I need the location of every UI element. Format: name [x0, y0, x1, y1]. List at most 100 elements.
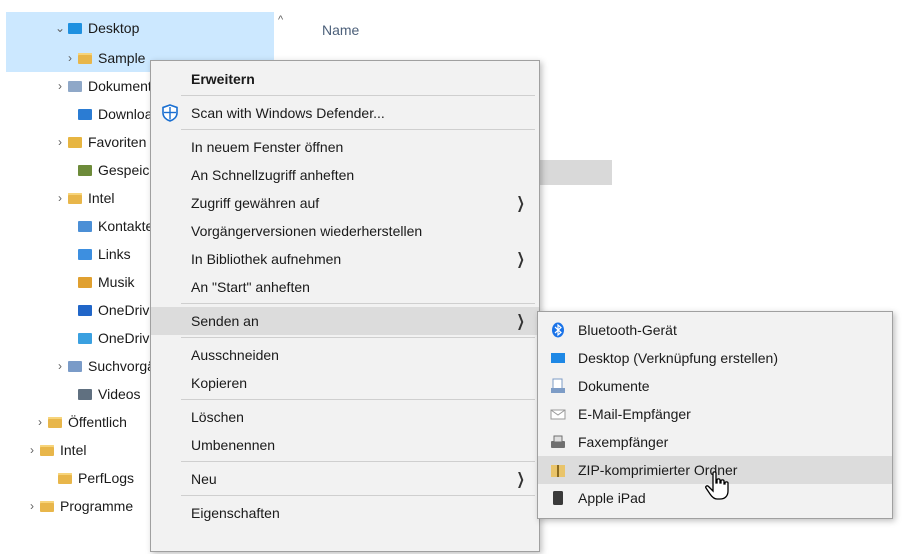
contacts-folder-icon: [78, 220, 92, 232]
menu-item-label: Neu: [191, 471, 217, 487]
chevron-right-icon[interactable]: ›: [52, 135, 68, 149]
menu-item[interactable]: Kopieren: [151, 369, 539, 397]
menu-separator: [181, 461, 535, 462]
chevron-down-icon[interactable]: ⌄: [52, 21, 68, 35]
menu-item[interactable]: Erweitern: [151, 65, 539, 93]
menu-separator: [181, 95, 535, 96]
column-header-name[interactable]: Name: [322, 22, 359, 38]
folder-icon: [48, 416, 62, 428]
menu-item-label: Kopieren: [191, 375, 248, 391]
nav-item-label: Intel: [88, 190, 115, 206]
nav-item-label: Desktop: [88, 20, 140, 36]
nav-item[interactable]: Kontakte: [62, 214, 153, 238]
nav-item-label: Öffentlich: [68, 414, 127, 430]
menu-item[interactable]: Löschen: [151, 403, 539, 431]
mail-icon: [550, 409, 566, 420]
menu-item-label: An Schnellzugriff anheften: [191, 167, 355, 183]
saved-games-folder-icon: [78, 164, 92, 176]
menu-item[interactable]: Neu ❯: [151, 465, 539, 493]
nav-item[interactable]: Musik: [62, 270, 135, 294]
nav-item[interactable]: OneDrive: [62, 326, 157, 350]
ipad-icon: [553, 491, 563, 505]
menu-item-label: Scan with Windows Defender...: [191, 105, 385, 121]
menu-item-label: In Bibliothek aufnehmen: [191, 251, 342, 267]
context-menu: Erweitern Scan with Windows Defender... In…: [150, 60, 540, 552]
menu-item[interactable]: An Schnellzugriff anheften: [151, 161, 539, 189]
downloads-folder-icon: [78, 108, 92, 120]
menu-item[interactable]: Ausschneiden: [151, 341, 539, 369]
nav-item[interactable]: › Dokumente: [52, 74, 160, 98]
chevron-right-icon[interactable]: ›: [32, 415, 48, 429]
nav-item-label: Videos: [98, 386, 141, 402]
scroll-up-arrow-icon[interactable]: ^: [278, 14, 283, 26]
chevron-right-icon[interactable]: ›: [24, 499, 40, 513]
send-to-item-label: Faxempfänger: [578, 434, 669, 450]
submenu-arrow-icon: ❯: [516, 195, 525, 212]
chevron-right-icon[interactable]: ›: [52, 359, 68, 373]
nav-item[interactable]: › Programme: [24, 494, 133, 518]
nav-item[interactable]: › Sample: [62, 46, 145, 70]
hand-pointer-cursor-icon: [705, 471, 729, 500]
submenu-arrow-icon: ❯: [516, 471, 525, 488]
menu-separator: [181, 337, 535, 338]
nav-item[interactable]: › Intel: [24, 438, 86, 462]
bluetooth-icon: [552, 322, 564, 338]
nav-item-label: OneDrive: [98, 302, 158, 318]
menu-item-label: Senden an: [191, 313, 259, 329]
fax-icon: [551, 435, 565, 448]
send-to-item-label: Desktop (Verknüpfung erstellen): [578, 350, 778, 366]
folder-icon: [78, 52, 92, 64]
menu-separator: [181, 495, 535, 496]
menu-item[interactable]: Vorgängerversionen wiederherstellen: [151, 217, 539, 245]
menu-item[interactable]: Umbenennen: [151, 431, 539, 459]
menu-item[interactable]: Eigenschaften: [151, 499, 539, 527]
menu-item[interactable]: Senden an ❯: [151, 307, 539, 335]
menu-item-label: Ausschneiden: [191, 347, 279, 363]
favorites-folder-icon: [68, 136, 82, 148]
nav-item[interactable]: › Intel: [52, 186, 114, 210]
menu-separator: [181, 399, 535, 400]
nav-item-label: Kontakte: [98, 218, 154, 234]
nav-item[interactable]: ⌄ Desktop: [52, 16, 139, 40]
nav-item-label: Dokumente: [88, 78, 160, 94]
send-to-item[interactable]: E-Mail-Empfänger: [538, 400, 892, 428]
desktop-icon: [551, 353, 565, 363]
chevron-right-icon[interactable]: ›: [62, 51, 78, 65]
documents-icon: [551, 378, 565, 393]
nav-item[interactable]: PerfLogs: [42, 466, 134, 490]
send-to-item[interactable]: Desktop (Verknüpfung erstellen): [538, 344, 892, 372]
menu-item[interactable]: In neuem Fenster öffnen: [151, 133, 539, 161]
send-to-item-label: Bluetooth-Gerät: [578, 322, 677, 338]
menu-item-label: An "Start" anheften: [191, 279, 310, 295]
send-to-item[interactable]: Faxempfänger: [538, 428, 892, 456]
documents-folder-icon: [68, 80, 82, 92]
nav-item-label: OneDrive: [98, 330, 158, 346]
chevron-right-icon[interactable]: ›: [24, 443, 40, 457]
menu-item[interactable]: An "Start" anheften: [151, 273, 539, 301]
nav-item-label: PerfLogs: [78, 470, 135, 486]
nav-item[interactable]: Videos: [62, 382, 141, 406]
nav-item[interactable]: Links: [62, 242, 131, 266]
send-to-item[interactable]: Bluetooth-Gerät: [538, 316, 892, 344]
menu-item[interactable]: Zugriff gewähren auf ❯: [151, 189, 539, 217]
send-to-item-label: E-Mail-Empfänger: [578, 406, 691, 422]
chevron-right-icon[interactable]: ›: [52, 79, 68, 93]
menu-separator: [181, 129, 535, 130]
nav-item-label: Favoriten: [88, 134, 147, 150]
nav-item[interactable]: › Öffentlich: [32, 410, 127, 434]
menu-item[interactable]: In Bibliothek aufnehmen ❯: [151, 245, 539, 273]
send-to-item[interactable]: Dokumente: [538, 372, 892, 400]
menu-item-label: Eigenschaften: [191, 505, 280, 521]
music-folder-icon: [78, 276, 92, 288]
onedrive-shared-icon: [78, 332, 92, 344]
submenu-arrow-icon: ❯: [516, 251, 525, 268]
nav-item[interactable]: › Favoriten: [52, 130, 146, 154]
onedrive-icon: [78, 304, 92, 316]
menu-item[interactable]: Scan with Windows Defender...: [151, 99, 539, 127]
nav-item-label: Sample: [98, 50, 146, 66]
nav-item-label: Musik: [98, 274, 135, 290]
submenu-arrow-icon: ❯: [516, 313, 525, 330]
chevron-right-icon[interactable]: ›: [52, 191, 68, 205]
nav-item[interactable]: OneDrive: [62, 298, 157, 322]
file-row-hover[interactable]: [538, 160, 612, 185]
